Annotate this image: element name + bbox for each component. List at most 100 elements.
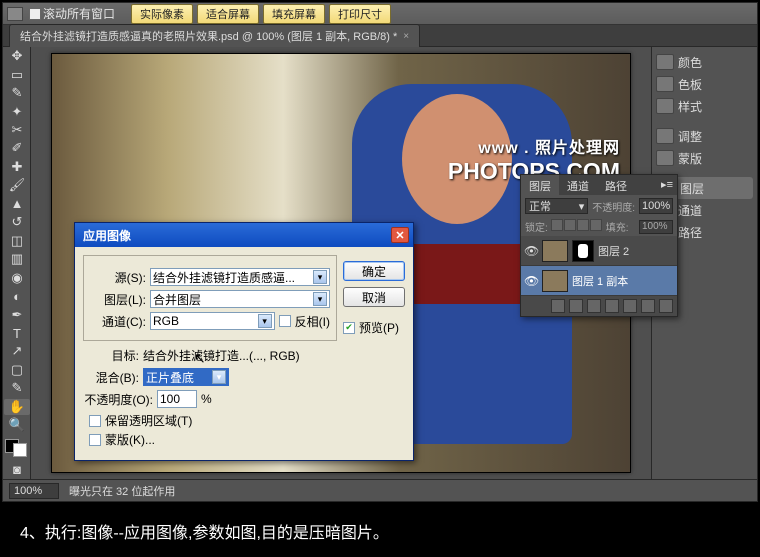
chevron-down-icon: ▾	[258, 314, 272, 328]
link-layers-icon[interactable]	[551, 299, 565, 313]
opacity-label: 不透明度(O):	[83, 391, 153, 408]
visibility-icon[interactable]: 👁	[524, 244, 538, 258]
layer-list: 👁 图层 2 👁 图层 1 副本	[521, 236, 677, 296]
scroll-all-label: 滚动所有窗口	[43, 5, 115, 22]
chevron-down-icon: ▾	[313, 292, 327, 306]
blendmode-select[interactable]: 正常▾	[525, 198, 588, 214]
panel-masks[interactable]: 蒙版	[656, 147, 753, 169]
fx-icon[interactable]	[569, 299, 583, 313]
layer-mask-thumbnail[interactable]	[572, 240, 594, 262]
opacity-input[interactable]: 100	[157, 390, 197, 408]
tab-paths[interactable]: 路径	[597, 175, 635, 195]
layer-thumbnail[interactable]	[542, 240, 568, 262]
layer-thumbnail[interactable]	[542, 270, 568, 292]
close-icon[interactable]: ✕	[391, 227, 409, 243]
eraser-tool-icon[interactable]: ◫	[4, 233, 30, 249]
zoom-level[interactable]: 100%	[9, 483, 59, 499]
layer-row[interactable]: 👁 图层 2	[521, 236, 677, 266]
move-tool-icon[interactable]: ✥	[4, 48, 30, 64]
visibility-icon[interactable]: 👁	[524, 274, 538, 288]
crop-tool-icon[interactable]: ✂	[4, 122, 30, 138]
layer-name[interactable]: 图层 2	[598, 243, 629, 259]
lock-label: 锁定:	[525, 219, 548, 234]
notes-tool-icon[interactable]: ✎	[4, 380, 30, 396]
panel-color[interactable]: 颜色	[656, 51, 753, 73]
layer-name[interactable]: 图层 1 副本	[572, 273, 628, 289]
fill-label: 填充:	[606, 219, 629, 234]
group-icon[interactable]	[623, 299, 637, 313]
styles-icon	[656, 98, 674, 114]
eyedropper-tool-icon[interactable]: ✐	[4, 140, 30, 156]
dialog-title: 应用图像	[83, 227, 131, 244]
wand-tool-icon[interactable]: ✦	[4, 103, 30, 119]
type-tool-icon[interactable]: T	[4, 325, 30, 341]
tool-preset-icon[interactable]	[7, 7, 23, 21]
opacity-input[interactable]: 100%	[639, 198, 673, 214]
fill-screen-button[interactable]: 填充屏幕	[263, 4, 325, 24]
invert-checkbox[interactable]: 反相(I)	[279, 313, 330, 330]
tab-layers[interactable]: 图层	[521, 175, 559, 195]
cancel-button[interactable]: 取消	[343, 287, 405, 307]
scroll-all-checkbox[interactable]: 滚动所有窗口	[29, 5, 115, 22]
history-brush-tool-icon[interactable]: ↺	[4, 214, 30, 230]
path-tool-icon[interactable]: ↗	[4, 343, 30, 359]
dodge-tool-icon[interactable]: ◐	[4, 288, 30, 304]
blending-label: 混合(B):	[83, 369, 139, 386]
preserve-transparency-checkbox[interactable]: 保留透明区域(T)	[89, 412, 337, 429]
panel-adjustments[interactable]: 调整	[656, 125, 753, 147]
document-tab[interactable]: 结合外挂滤镜打造质感逼真的老照片效果.psd @ 100% (图层 1 副本, …	[9, 24, 420, 47]
new-layer-icon[interactable]	[641, 299, 655, 313]
ok-button[interactable]: 确定	[343, 261, 405, 281]
shape-tool-icon[interactable]: ▢	[4, 362, 30, 378]
lasso-tool-icon[interactable]: ✎	[4, 85, 30, 101]
pen-tool-icon[interactable]: ✒	[4, 306, 30, 322]
apply-image-dialog: 应用图像 ✕ 源(S): 结合外挂滤镜打造质感逼...▾ 图层(L): 合并图层…	[74, 222, 414, 461]
stamp-tool-icon[interactable]: ▲	[4, 196, 30, 212]
tool-box: ✥ ▭ ✎ ✦ ✂ ✐ ✚ 🖌 ▲ ↺ ◫ ▥ ◉ ◐ ✒ T ↗ ▢ ✎ ✋ …	[3, 47, 31, 479]
adjust-icon	[656, 128, 674, 144]
chevron-down-icon: ▾	[313, 270, 327, 284]
status-bar: 100% 曝光只在 32 位起作用	[3, 479, 757, 501]
opacity-label: 不透明度:	[592, 199, 635, 214]
close-icon[interactable]: ×	[403, 31, 409, 42]
source-select[interactable]: 结合外挂滤镜打造质感逼...▾	[150, 268, 330, 286]
adjustment-layer-icon[interactable]	[605, 299, 619, 313]
layer-select[interactable]: 合并图层▾	[150, 290, 330, 308]
dialog-titlebar[interactable]: 应用图像 ✕	[75, 223, 413, 247]
quickmask-icon[interactable]: ◙	[4, 462, 30, 478]
hand-tool-icon[interactable]: ✋	[4, 399, 30, 415]
zoom-tool-icon[interactable]: 🔍	[4, 417, 30, 433]
fit-screen-button[interactable]: 适合屏幕	[197, 4, 259, 24]
source-fieldset: 源(S): 结合外挂滤镜打造质感逼...▾ 图层(L): 合并图层▾ 通道(C)…	[83, 255, 337, 341]
color-swatches[interactable]	[5, 439, 27, 457]
options-bar: 滚动所有窗口 实际像素 适合屏幕 填充屏幕 打印尺寸	[3, 3, 757, 25]
trash-icon[interactable]	[659, 299, 673, 313]
target-label: 目标:	[83, 347, 139, 364]
layer-row[interactable]: 👁 图层 1 副本	[521, 266, 677, 296]
layer-label: 图层(L):	[90, 291, 146, 308]
chevron-down-icon: ▾	[212, 370, 226, 384]
add-mask-icon[interactable]	[587, 299, 601, 313]
channel-select[interactable]: RGB▾	[150, 312, 275, 330]
fill-input[interactable]: 100%	[639, 220, 673, 234]
preview-checkbox[interactable]: ✔预览(P)	[343, 319, 405, 336]
blending-select[interactable]: 正片叠底▾	[143, 368, 229, 386]
print-size-button[interactable]: 打印尺寸	[329, 4, 391, 24]
channel-label: 通道(C):	[90, 313, 146, 330]
lock-icons[interactable]	[551, 219, 603, 234]
tab-channels[interactable]: 通道	[559, 175, 597, 195]
heal-tool-icon[interactable]: ✚	[4, 159, 30, 175]
marquee-tool-icon[interactable]: ▭	[4, 66, 30, 82]
blur-tool-icon[interactable]: ◉	[4, 269, 30, 285]
document-tab-bar: 结合外挂滤镜打造质感逼真的老照片效果.psd @ 100% (图层 1 副本, …	[3, 25, 757, 47]
actual-pixels-button[interactable]: 实际像素	[131, 4, 193, 24]
panel-styles[interactable]: 样式	[656, 95, 753, 117]
brush-tool-icon[interactable]: 🖌	[4, 177, 30, 193]
source-label: 源(S):	[90, 269, 146, 286]
status-info: 曝光只在 32 位起作用	[69, 483, 175, 499]
mask-checkbox[interactable]: 蒙版(K)...	[89, 431, 337, 448]
target-value: 结合外挂滤镜打造...(..., RGB)	[143, 347, 300, 364]
panel-swatches[interactable]: 色板	[656, 73, 753, 95]
gradient-tool-icon[interactable]: ▥	[4, 251, 30, 267]
panel-menu-icon[interactable]: ▸≡	[657, 175, 677, 195]
